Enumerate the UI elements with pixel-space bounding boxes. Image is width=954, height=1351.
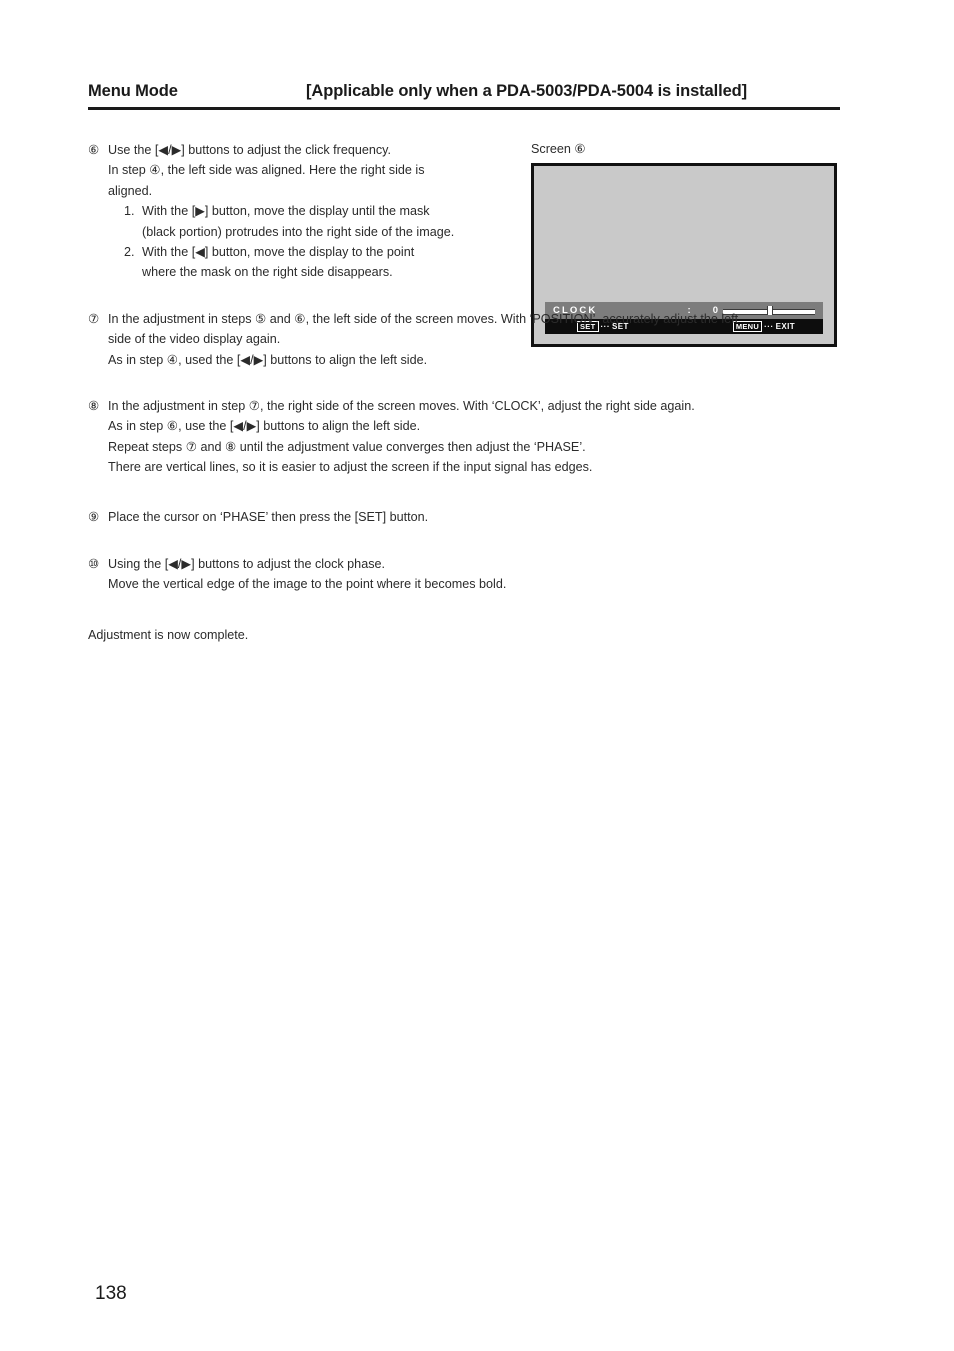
spacer-after-step-6 [88, 283, 854, 309]
step-6-marker: ⑥ [88, 143, 100, 157]
header-row: Menu Mode [Applicable only when a PDA-50… [88, 82, 840, 101]
step-7-body: In the adjustment in steps ⑤ and ⑥, the … [108, 309, 854, 370]
step-6-line-2: In step ④, the left side was aligned. He… [108, 163, 425, 178]
step-7: ⑦ In the adjustment in steps ⑤ and ⑥, th… [88, 309, 854, 370]
spacer-after-step-9 [88, 528, 854, 554]
subitem-2-number: 2. [124, 244, 135, 259]
step-9-marker: ⑨ [88, 510, 100, 525]
step-6-line-3: aligned. [108, 183, 153, 198]
step-7-marker: ⑦ [88, 311, 100, 326]
step-8-marker: ⑧ [88, 398, 100, 413]
step-10: ⑩ Using the [◀/▶] buttons to adjust the … [88, 554, 854, 595]
step-6-line-1: Use the [◀/▶] buttons to adjust the clic… [108, 143, 392, 157]
header-divider [88, 107, 840, 110]
spacer-after-step-8 [88, 477, 854, 507]
instruction-content: ⑥ Use the [◀/▶] buttons to adjust the cl… [88, 140, 854, 645]
step-6-body: Use the [◀/▶] buttons to adjust the clic… [108, 140, 500, 283]
step-7-line-1: In the adjustment in steps ⑤ and ⑥, the … [108, 311, 739, 326]
step-9-body: Place the cursor on ‘PHASE’ then press t… [108, 507, 854, 527]
step-6-sublist: 1. With the [▶] button, move the display… [108, 201, 500, 283]
closing-statement: Adjustment is now complete. [88, 627, 249, 642]
step-9-line-1: Place the cursor on ‘PHASE’ then press t… [108, 510, 429, 525]
step-8-line-1: In the adjustment in step ⑦, the right s… [108, 398, 695, 413]
subitem-1-body: With the [▶] button, move the display un… [142, 201, 500, 242]
page-number: 138 [95, 1283, 127, 1304]
subitem-2-line-1: With the [◀] button, move the display to… [142, 244, 415, 259]
step-6-subitem-1: 1. With the [▶] button, move the display… [108, 201, 500, 242]
subitem-1-line-2: (black portion) protrudes into the right… [142, 224, 455, 239]
step-10-line-2: Move the vertical edge of the image to t… [108, 577, 507, 592]
step-8-line-2: As in step ⑥, use the [◀/▶] buttons to a… [108, 419, 421, 434]
step-8-line-4: There are vertical lines, so it is easie… [108, 460, 593, 475]
step-10-body: Using the [◀/▶] buttons to adjust the cl… [108, 554, 854, 595]
step-6-subitem-2: 2. With the [◀] button, move the display… [108, 242, 500, 283]
subitem-2-line-2: where the mask on the right side disappe… [142, 265, 393, 280]
spacer-after-step-7 [88, 370, 854, 396]
step-8-line-3: Repeat steps ⑦ and ⑧ until the adjustmen… [108, 439, 586, 454]
header-subtitle: [Applicable only when a PDA-5003/PDA-500… [306, 82, 748, 100]
step-10-marker: ⑩ [88, 556, 100, 571]
step-7-line-3: As in step ④, used the [◀/▶] buttons to … [108, 352, 428, 367]
page-title: Menu Mode [88, 82, 178, 100]
step-6: ⑥ Use the [◀/▶] buttons to adjust the cl… [88, 140, 854, 283]
step-10-line-1: Using the [◀/▶] buttons to adjust the cl… [108, 556, 385, 571]
step-7-line-2: side of the video display again. [108, 332, 281, 347]
step-8: ⑧ In the adjustment in step ⑦, the right… [88, 396, 854, 478]
spacer-after-step-10 [88, 595, 854, 625]
subitem-1-number: 1. [124, 204, 135, 219]
step-9: ⑨ Place the cursor on ‘PHASE’ then press… [88, 507, 854, 527]
step-8-body: In the adjustment in step ⑦, the right s… [108, 396, 854, 478]
subitem-2-body: With the [◀] button, move the display to… [142, 242, 500, 283]
page-header: Menu Mode [Applicable only when a PDA-50… [88, 82, 840, 110]
subitem-1-line-1: With the [▶] button, move the display un… [142, 204, 430, 219]
